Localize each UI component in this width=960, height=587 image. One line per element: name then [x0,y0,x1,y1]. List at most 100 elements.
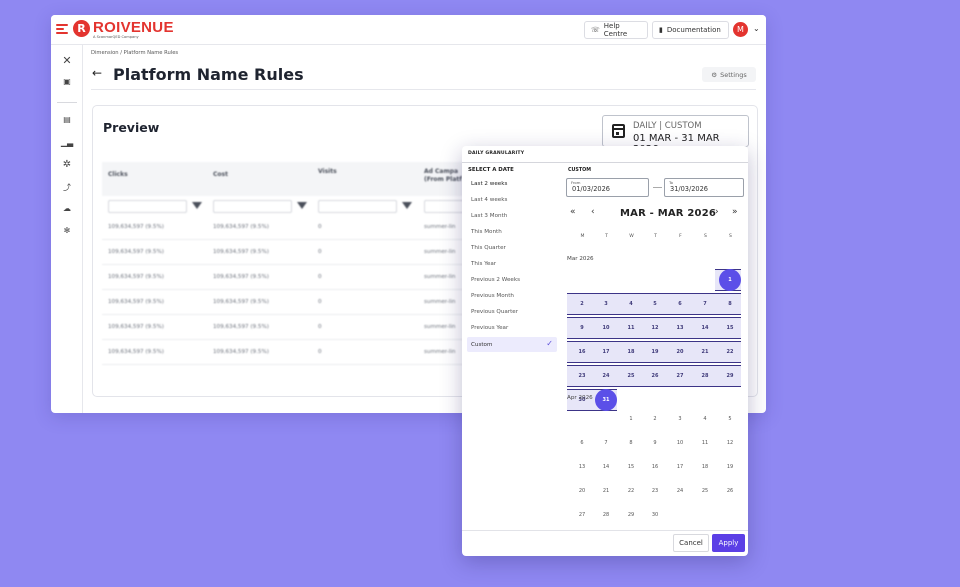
calendar-day[interactable]: 17 [595,341,617,363]
calendar-day[interactable]: 3 [595,293,617,315]
calendar-day[interactable]: 2 [644,408,666,430]
calendar-day[interactable]: 24 [669,480,691,502]
column-header-visits[interactable]: Visits [318,168,337,175]
prev-month-button[interactable]: ‹ [591,207,595,217]
filter-icon[interactable] [297,202,307,209]
cloud-icon[interactable]: ☁ [59,204,75,213]
calendar-day[interactable]: 14 [694,317,716,339]
table-row[interactable]: 109,634,597 (9.5%) 109,634,597 (9.5%) 0 … [102,291,502,315]
preset-item[interactable]: Last 3 Month [467,208,557,223]
calendar-day[interactable]: 18 [620,341,642,363]
table-row[interactable]: 109,634,597 (9.5%) 109,634,597 (9.5%) 0 … [102,266,502,290]
next-month-button[interactable]: › [715,207,719,217]
calendar-day[interactable]: 19 [719,456,741,478]
avatar[interactable]: M [733,22,748,37]
to-date-input[interactable]: To 31/03/2026 [664,178,744,197]
calendar-day[interactable]: 5 [719,408,741,430]
date-range-button[interactable]: DAILY | CUSTOM 01 MAR - 31 MAR 2026 [602,115,749,155]
calendar-day[interactable]: 29 [620,504,642,526]
preset-item[interactable]: Last 2 weeks [467,176,557,191]
copy-icon[interactable]: ▣ [59,77,75,86]
table-row[interactable]: 109,634,597 (9.5%) 109,634,597 (9.5%) 0 … [102,216,502,240]
calendar-day[interactable]: 6 [571,432,593,454]
dashboard-icon[interactable]: ▤ [59,115,75,124]
calendar-day[interactable]: 28 [694,365,716,387]
filter-icon[interactable] [402,202,412,209]
preset-item[interactable]: Previous Quarter [467,304,557,319]
calendar-day[interactable]: 13 [669,317,691,339]
calendar-day[interactable]: 28 [595,504,617,526]
preset-item[interactable]: Custom ✓ [467,337,557,352]
calendar-day[interactable]: 9 [644,432,666,454]
calendar-day[interactable]: 3 [669,408,691,430]
calendar-day[interactable]: 23 [644,480,666,502]
calendar-day[interactable]: 5 [644,293,666,315]
calendar-day[interactable]: 16 [571,341,593,363]
calendar-day[interactable]: 15 [719,317,741,339]
calendar-day[interactable]: 11 [694,432,716,454]
calendar-day[interactable]: 27 [669,365,691,387]
calendar-day[interactable]: 12 [644,317,666,339]
calendar-day[interactable]: 25 [620,365,642,387]
calendar-day[interactable]: 17 [669,456,691,478]
menu-collapse-icon[interactable] [56,24,68,35]
calendar-day[interactable]: 10 [595,317,617,339]
calendar-day[interactable]: 18 [694,456,716,478]
column-header-cost[interactable]: Cost [213,171,228,178]
preset-item[interactable]: This Month [467,224,557,239]
filter-input-clicks[interactable] [108,200,187,213]
preset-item[interactable]: Previous Month [467,288,557,303]
calendar-day[interactable]: 14 [595,456,617,478]
calendar-day[interactable]: 30 [644,504,666,526]
calendar-day[interactable]: 20 [571,480,593,502]
next-year-button[interactable]: » [732,207,738,217]
calendar-day[interactable]: 23 [571,365,593,387]
preset-item[interactable]: Last 4 weeks [467,192,557,207]
calendar-day[interactable]: 26 [644,365,666,387]
gear-icon[interactable]: ✻ [59,226,75,235]
calendar-day[interactable]: 12 [719,432,741,454]
close-icon[interactable]: ✕ [59,54,75,67]
column-header-ad-campaign[interactable]: Ad Campa [424,168,458,175]
chevron-down-icon[interactable]: ⌄ [753,24,760,33]
calendar-day[interactable]: 22 [719,341,741,363]
calendar-day[interactable]: 24 [595,365,617,387]
calendar-day[interactable]: 2 [571,293,593,315]
filter-input-cost[interactable] [213,200,292,213]
documentation-button[interactable]: ▮ Documentation [652,21,729,39]
calendar-day[interactable]: 21 [595,480,617,502]
preset-item[interactable]: This Year [467,256,557,271]
calendar-day[interactable]: 10 [669,432,691,454]
calendar-day[interactable]: 6 [669,293,691,315]
calendar-day[interactable]: 16 [644,456,666,478]
breadcrumb[interactable]: Dimension / Platform Name Rules [91,50,178,56]
filter-icon[interactable] [192,202,202,209]
calendar-day[interactable]: 9 [571,317,593,339]
calendar-day[interactable]: 22 [620,480,642,502]
calendar-day[interactable]: 21 [694,341,716,363]
calendar-day[interactable]: 15 [620,456,642,478]
table-row[interactable]: 109,634,597 (9.5%) 109,634,597 (9.5%) 0 … [102,241,502,265]
preset-item[interactable]: This Quarter [467,240,557,255]
calendar-day[interactable]: 29 [719,365,741,387]
table-row[interactable]: 109,634,597 (9.5%) 109,634,597 (9.5%) 0 … [102,341,502,365]
from-date-input[interactable]: From 01/03/2026 [566,178,649,197]
calendar-day[interactable]: 27 [571,504,593,526]
help-centre-button[interactable]: ☏ Help Centre [584,21,648,39]
calendar-day[interactable]: 7 [694,293,716,315]
calendar-day[interactable]: 26 [719,480,741,502]
calendar-day[interactable]: 31 [595,389,617,411]
granularity-label[interactable]: DAILY GRANULARITY [468,151,524,156]
preset-item[interactable]: Previous 2 Weeks [467,272,557,287]
column-header-clicks[interactable]: Clicks [108,171,128,178]
calendar-day[interactable]: 25 [694,480,716,502]
bar-chart-icon[interactable]: ▁▃ [59,138,75,147]
filter-input-visits[interactable] [318,200,397,213]
calendar-day[interactable]: 20 [669,341,691,363]
back-arrow-icon[interactable]: ← [92,66,102,80]
calendar-day[interactable]: 4 [694,408,716,430]
calendar-day[interactable]: 1 [620,408,642,430]
cancel-button[interactable]: Cancel [673,534,709,552]
calendar-day[interactable]: 8 [719,293,741,315]
calendar-day[interactable]: 8 [620,432,642,454]
